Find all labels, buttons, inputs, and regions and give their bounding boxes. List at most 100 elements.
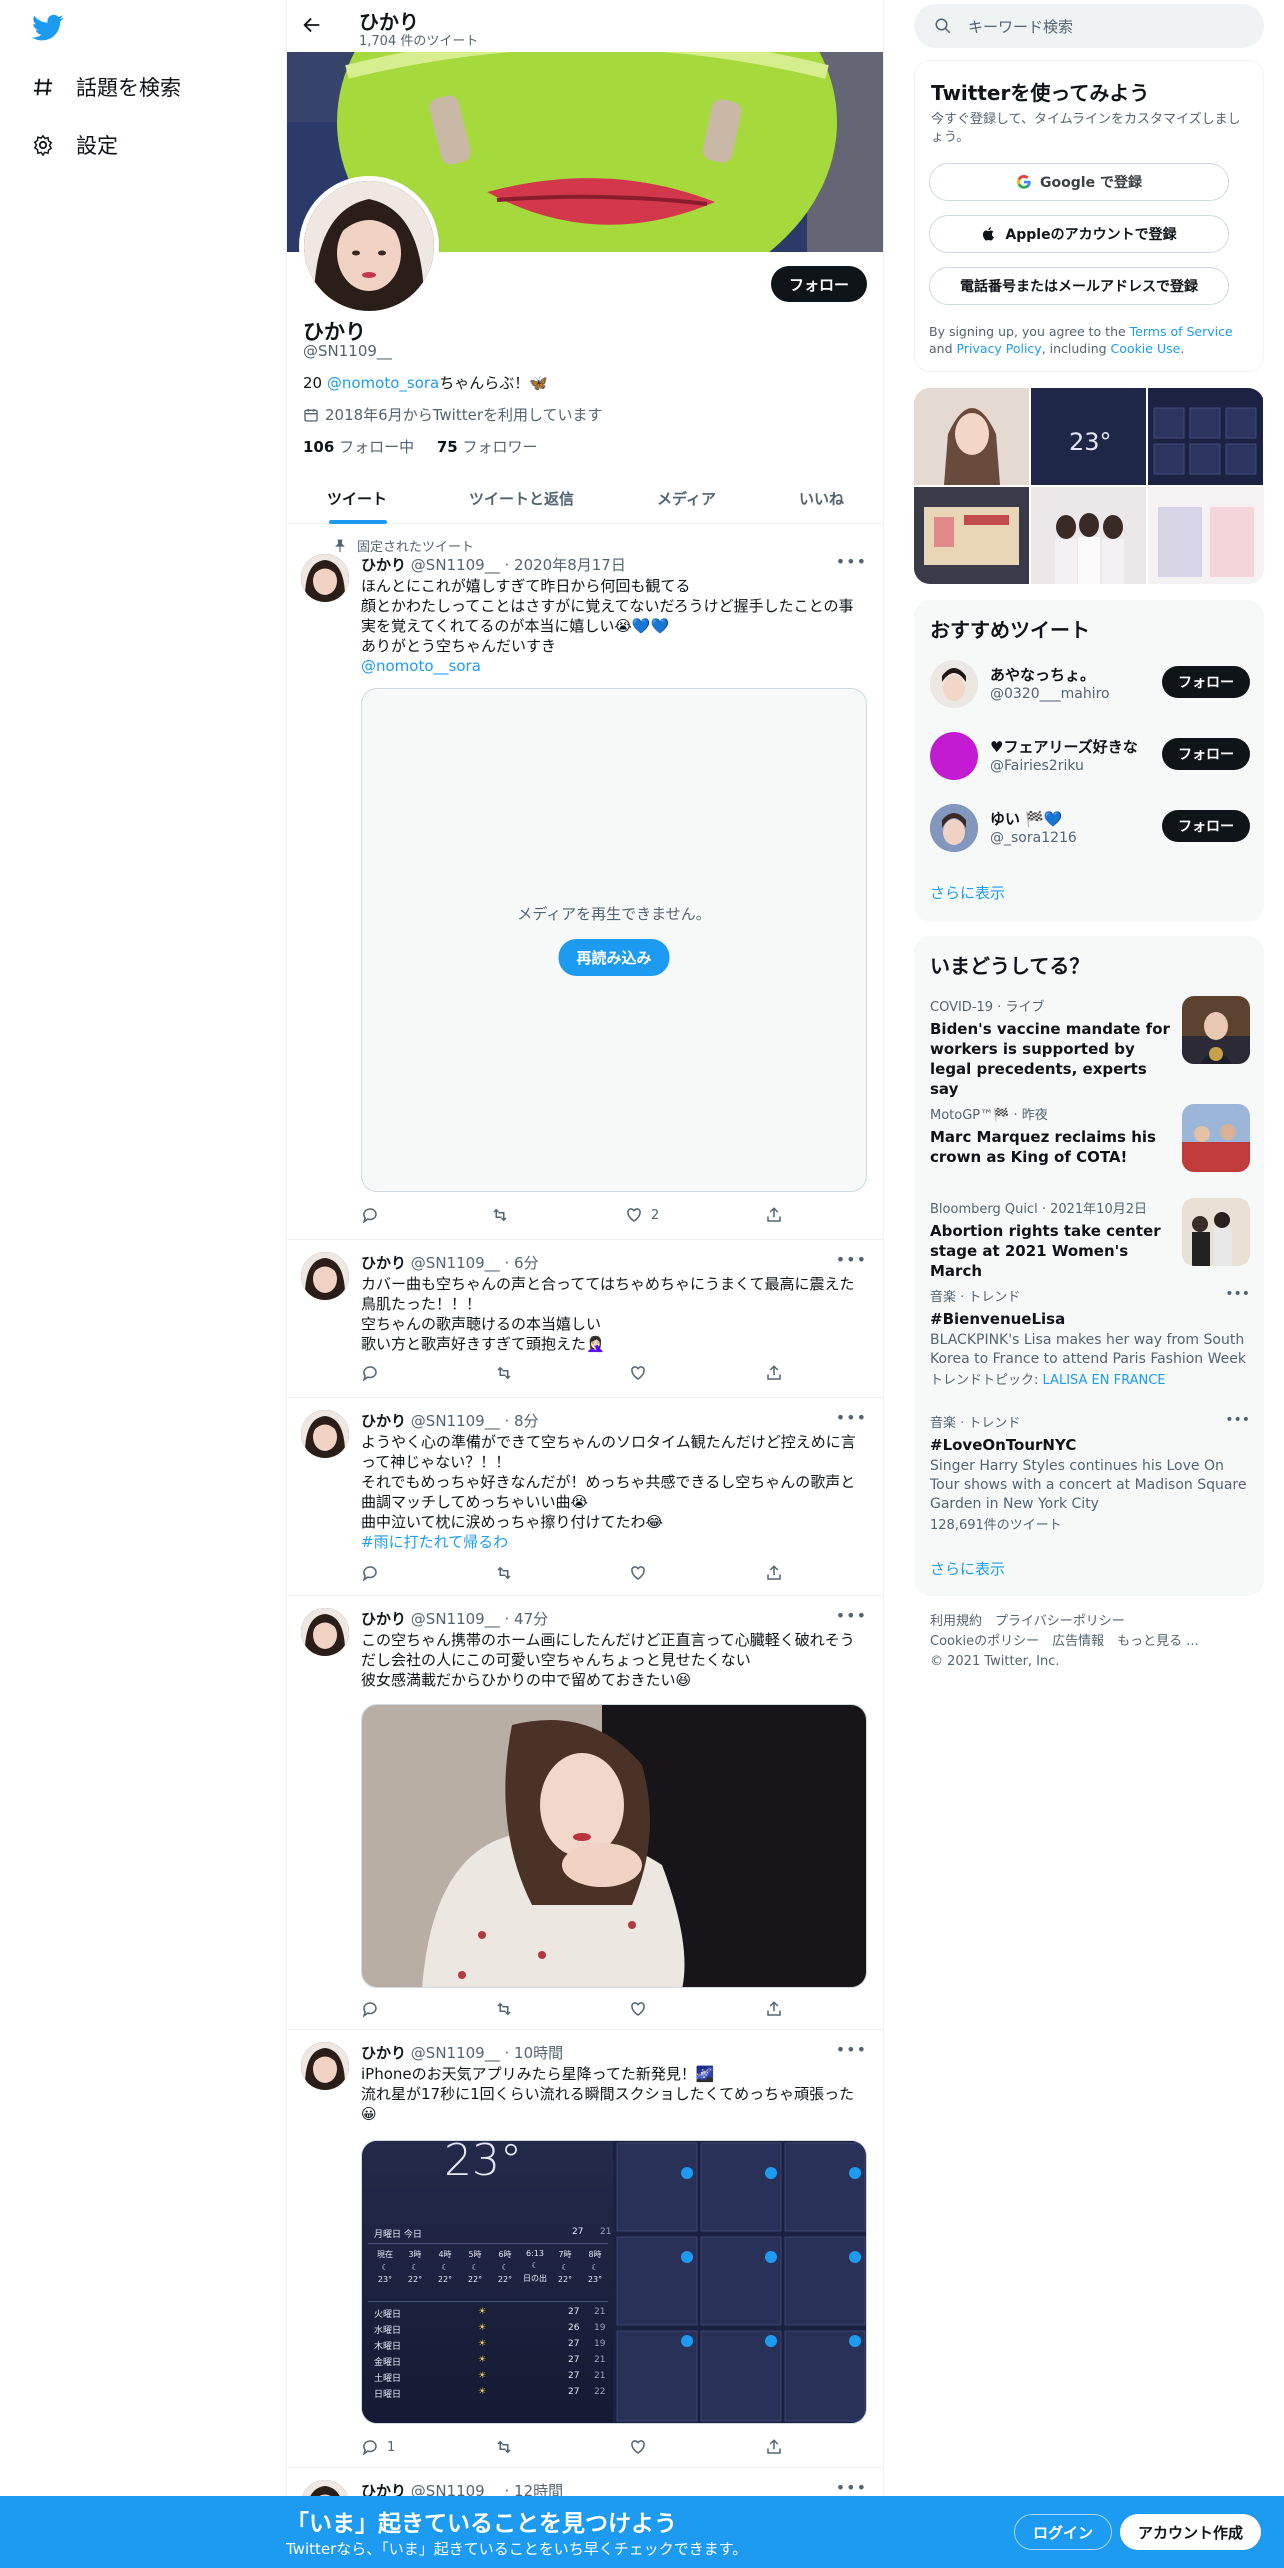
video-player[interactable]: メディアを再生できません。 再読み込み (361, 688, 867, 1192)
tweet-time[interactable]: · 10時間 (505, 2044, 564, 2062)
retweet-button[interactable] (495, 2438, 513, 2456)
tweet-author-handle[interactable]: @SN1109__ (411, 1412, 500, 1430)
retweet-button[interactable] (495, 1564, 513, 1582)
tweet-time[interactable]: · 6分 (505, 1254, 539, 1272)
who-to-follow-item[interactable]: ゆい 🏁💙 @_sora1216 フォロー (930, 800, 1250, 856)
search-input[interactable]: キーワード検索 (968, 16, 1073, 37)
reload-button[interactable]: 再読み込み (558, 939, 670, 976)
trend-more-icon[interactable]: ••• (1225, 1286, 1250, 1302)
trend-item[interactable]: MotoGP™🏁 · 昨夜 Marc Marquez reclaims his … (930, 1104, 1250, 1172)
apple-signup-button[interactable]: Appleのアカウントで登録 (929, 215, 1229, 253)
tweet-more-icon[interactable]: ••• (836, 1606, 867, 1625)
trend-topic-link[interactable]: LALISA EN FRANCE (1043, 1373, 1166, 1388)
trend-item[interactable]: Bloomberg Quicl · 2021年10月2日 Abortion ri… (930, 1198, 1250, 1281)
user-avatar[interactable] (930, 804, 978, 852)
trend-item[interactable]: COVID-19 · ライブ Biden's vaccine mandate f… (930, 996, 1250, 1099)
tweet-avatar[interactable] (301, 1608, 349, 1656)
nav-explore[interactable]: 話題を検索 (32, 72, 181, 102)
share-button[interactable] (765, 1206, 783, 1224)
share-button[interactable] (765, 1564, 783, 1582)
cookie-link[interactable]: Cookie Use (1111, 341, 1181, 356)
tweet-author-name[interactable]: ひかり (361, 2044, 406, 2062)
media-thumbnails[interactable]: 23° (914, 388, 1264, 584)
tweet-more-icon[interactable]: ••• (836, 1250, 867, 1269)
follow-button[interactable]: フォロー (770, 266, 867, 302)
like-button[interactable] (629, 2000, 647, 2018)
follow-user-button[interactable]: フォロー (1162, 738, 1250, 770)
profile-avatar[interactable] (299, 176, 439, 316)
tweet-author-handle[interactable]: @SN1109__ (411, 1610, 500, 1628)
like-button[interactable] (629, 2438, 647, 2456)
like-button[interactable]: 2 (625, 1206, 659, 1224)
media-thumbnail[interactable] (914, 388, 1029, 485)
tweet-mention-link[interactable]: @nomoto__sora (361, 656, 867, 676)
reply-button[interactable]: 1 (361, 2438, 395, 2456)
trend-item[interactable]: 音楽 · トレンド #BienvenueLisa BLACKPINK's Lis… (930, 1286, 1250, 1390)
tab-media[interactable]: メディア (657, 488, 716, 509)
tweet[interactable]: ひかり @SN1109__ · 10時間 ••• iPhoneのお天気アプリみた… (287, 2030, 883, 2468)
retweet-button[interactable] (495, 1364, 513, 1382)
trends-more-link[interactable]: さらに表示 (930, 1558, 1005, 1579)
tweet-avatar[interactable] (301, 1252, 349, 1300)
tweet-author-handle[interactable]: @SN1109__ (411, 1254, 500, 1272)
media-thumbnail[interactable] (1148, 388, 1263, 485)
tweet-author-name[interactable]: ひかり (361, 1610, 406, 1628)
privacy-link[interactable]: Privacy Policy (957, 341, 1042, 356)
tweet[interactable]: ひかり @SN1109__ · 8分 ••• ようやく心の準備ができて空ちゃんの… (287, 1398, 883, 1596)
footer-line-2[interactable]: Cookieのポリシー 広告情報 もっと見る ... (930, 1632, 1199, 1652)
who-to-follow-item[interactable]: ♥フェアリーズ好きな @Fairies2riku フォロー (930, 728, 1250, 784)
retweet-button[interactable] (491, 1206, 509, 1224)
footer-line-1[interactable]: 利用規約 プライバシーポリシー (930, 1612, 1199, 1632)
media-thumbnail[interactable] (1031, 487, 1146, 584)
nav-settings[interactable]: 設定 (32, 130, 118, 160)
tweet[interactable]: ひかり @SN1109__ · 47分 ••• この空ちゃん携帯のホーム画にした… (287, 1596, 883, 2030)
user-avatar[interactable] (930, 660, 978, 708)
followers-link[interactable]: 75 フォロワー (437, 438, 538, 456)
retweet-button[interactable] (495, 2000, 513, 2018)
tweet-more-icon[interactable]: ••• (836, 2478, 867, 2497)
tweet-author-handle[interactable]: @SN1109__ (411, 2044, 500, 2062)
media-thumbnail[interactable] (914, 487, 1029, 584)
search-bar[interactable]: キーワード検索 (914, 4, 1264, 48)
tweet[interactable]: ひかり @SN1109__ · 6分 ••• カバー曲も空ちゃんの声と合ってては… (287, 1240, 883, 1398)
tweet-time[interactable]: · 2020年8月17日 (505, 556, 626, 574)
trend-image[interactable] (1182, 1198, 1250, 1266)
weather-screenshot[interactable]: 23° 月曜日 今日 27 21 現在 ☾ 23° 3時 ☾ 22° 4時 ☾ 22° 5時 ☾ 22° 6… (362, 2141, 613, 2423)
login-button[interactable]: ログイン (1014, 2514, 1113, 2550)
following-link[interactable]: 106 フォロー中 (303, 438, 414, 456)
tweet-more-icon[interactable]: ••• (836, 1408, 867, 1427)
phone-email-signup-button[interactable]: 電話番号またはメールアドレスで登録 (929, 267, 1229, 305)
tweet-avatar[interactable] (301, 1410, 349, 1458)
follow-user-button[interactable]: フォロー (1162, 810, 1250, 842)
reply-button[interactable] (361, 1206, 379, 1224)
tweet-more-icon[interactable]: ••• (836, 552, 867, 571)
tweet-time[interactable]: · 8分 (505, 1412, 539, 1430)
twitter-logo-icon[interactable] (32, 14, 64, 42)
bio-mention-link[interactable]: @nomoto_sora (327, 374, 439, 392)
trend-item[interactable]: 音楽 · トレンド #LoveOnTourNYC Singer Harry St… (930, 1412, 1250, 1535)
reply-button[interactable] (361, 2000, 379, 2018)
share-button[interactable] (765, 2000, 783, 2018)
tos-link[interactable]: Terms of Service (1130, 324, 1233, 339)
weather-screenshot-grid[interactable] (615, 2141, 866, 2423)
trend-image[interactable] (1182, 996, 1250, 1064)
share-button[interactable] (765, 2438, 783, 2456)
like-button[interactable] (629, 1564, 647, 1582)
user-avatar[interactable] (930, 732, 978, 780)
reply-button[interactable] (361, 1564, 379, 1582)
trend-more-icon[interactable]: ••• (1225, 1412, 1250, 1428)
tweet-photo-grid[interactable]: 23° 月曜日 今日 27 21 現在 ☾ 23° 3時 ☾ 22° 4時 ☾ 22° 5時 ☾ 22° 6… (361, 2140, 867, 2424)
tweet-author-handle[interactable]: @SN1109__ (411, 556, 500, 574)
signup-button[interactable]: アカウント作成 (1120, 2514, 1262, 2550)
tweet-more-icon[interactable]: ••• (836, 2040, 867, 2059)
reply-button[interactable] (361, 1364, 379, 1382)
tweet-avatar[interactable] (301, 2042, 349, 2090)
tweet-author-name[interactable]: ひかり (361, 556, 406, 574)
who-to-follow-item[interactable]: あやなっちょ。 @0320___mahiro フォロー (930, 656, 1250, 712)
like-button[interactable] (629, 1364, 647, 1382)
tab-likes[interactable]: いいね (799, 488, 844, 509)
tweet-author-name[interactable]: ひかり (361, 1412, 406, 1430)
tweet-time[interactable]: · 47分 (505, 1610, 549, 1628)
google-signup-button[interactable]: Google で登録 (929, 163, 1229, 201)
media-thumbnail[interactable] (1148, 487, 1264, 584)
